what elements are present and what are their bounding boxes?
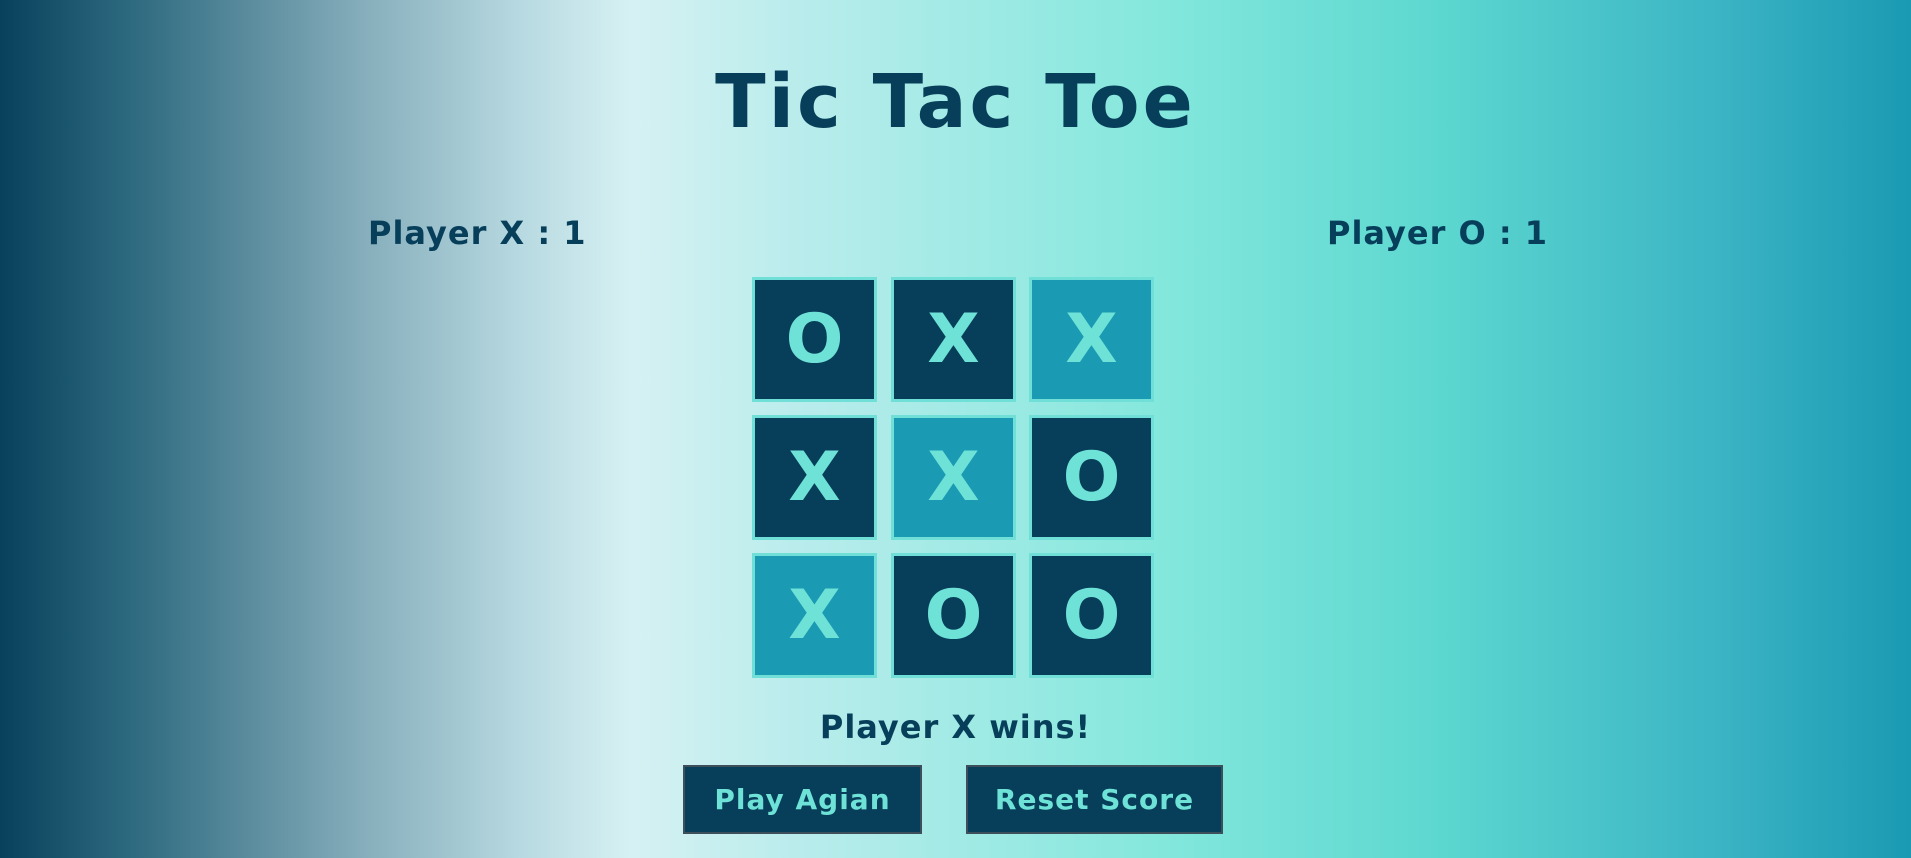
board-cell-8[interactable]: O: [891, 553, 1016, 678]
board-cell-4[interactable]: X: [752, 415, 877, 540]
board-cell-2[interactable]: X: [891, 277, 1016, 402]
game-board: O X X X X O X O O: [752, 277, 1157, 682]
player-o-score: Player O : 1: [1327, 214, 1549, 252]
board-cell-7[interactable]: X: [752, 553, 877, 678]
board-cell-3[interactable]: X: [1029, 277, 1154, 402]
board-cell-5[interactable]: X: [891, 415, 1016, 540]
game-title: Tic Tac Toe: [715, 59, 1196, 145]
play-again-button[interactable]: Play Agian: [683, 765, 922, 834]
game-status-message: Player X wins!: [819, 708, 1092, 746]
board-cell-9[interactable]: O: [1029, 553, 1154, 678]
board-cell-6[interactable]: O: [1029, 415, 1154, 540]
reset-score-button[interactable]: Reset Score: [966, 765, 1223, 834]
board-cell-1[interactable]: O: [752, 277, 877, 402]
player-x-score: Player X : 1: [368, 214, 587, 252]
